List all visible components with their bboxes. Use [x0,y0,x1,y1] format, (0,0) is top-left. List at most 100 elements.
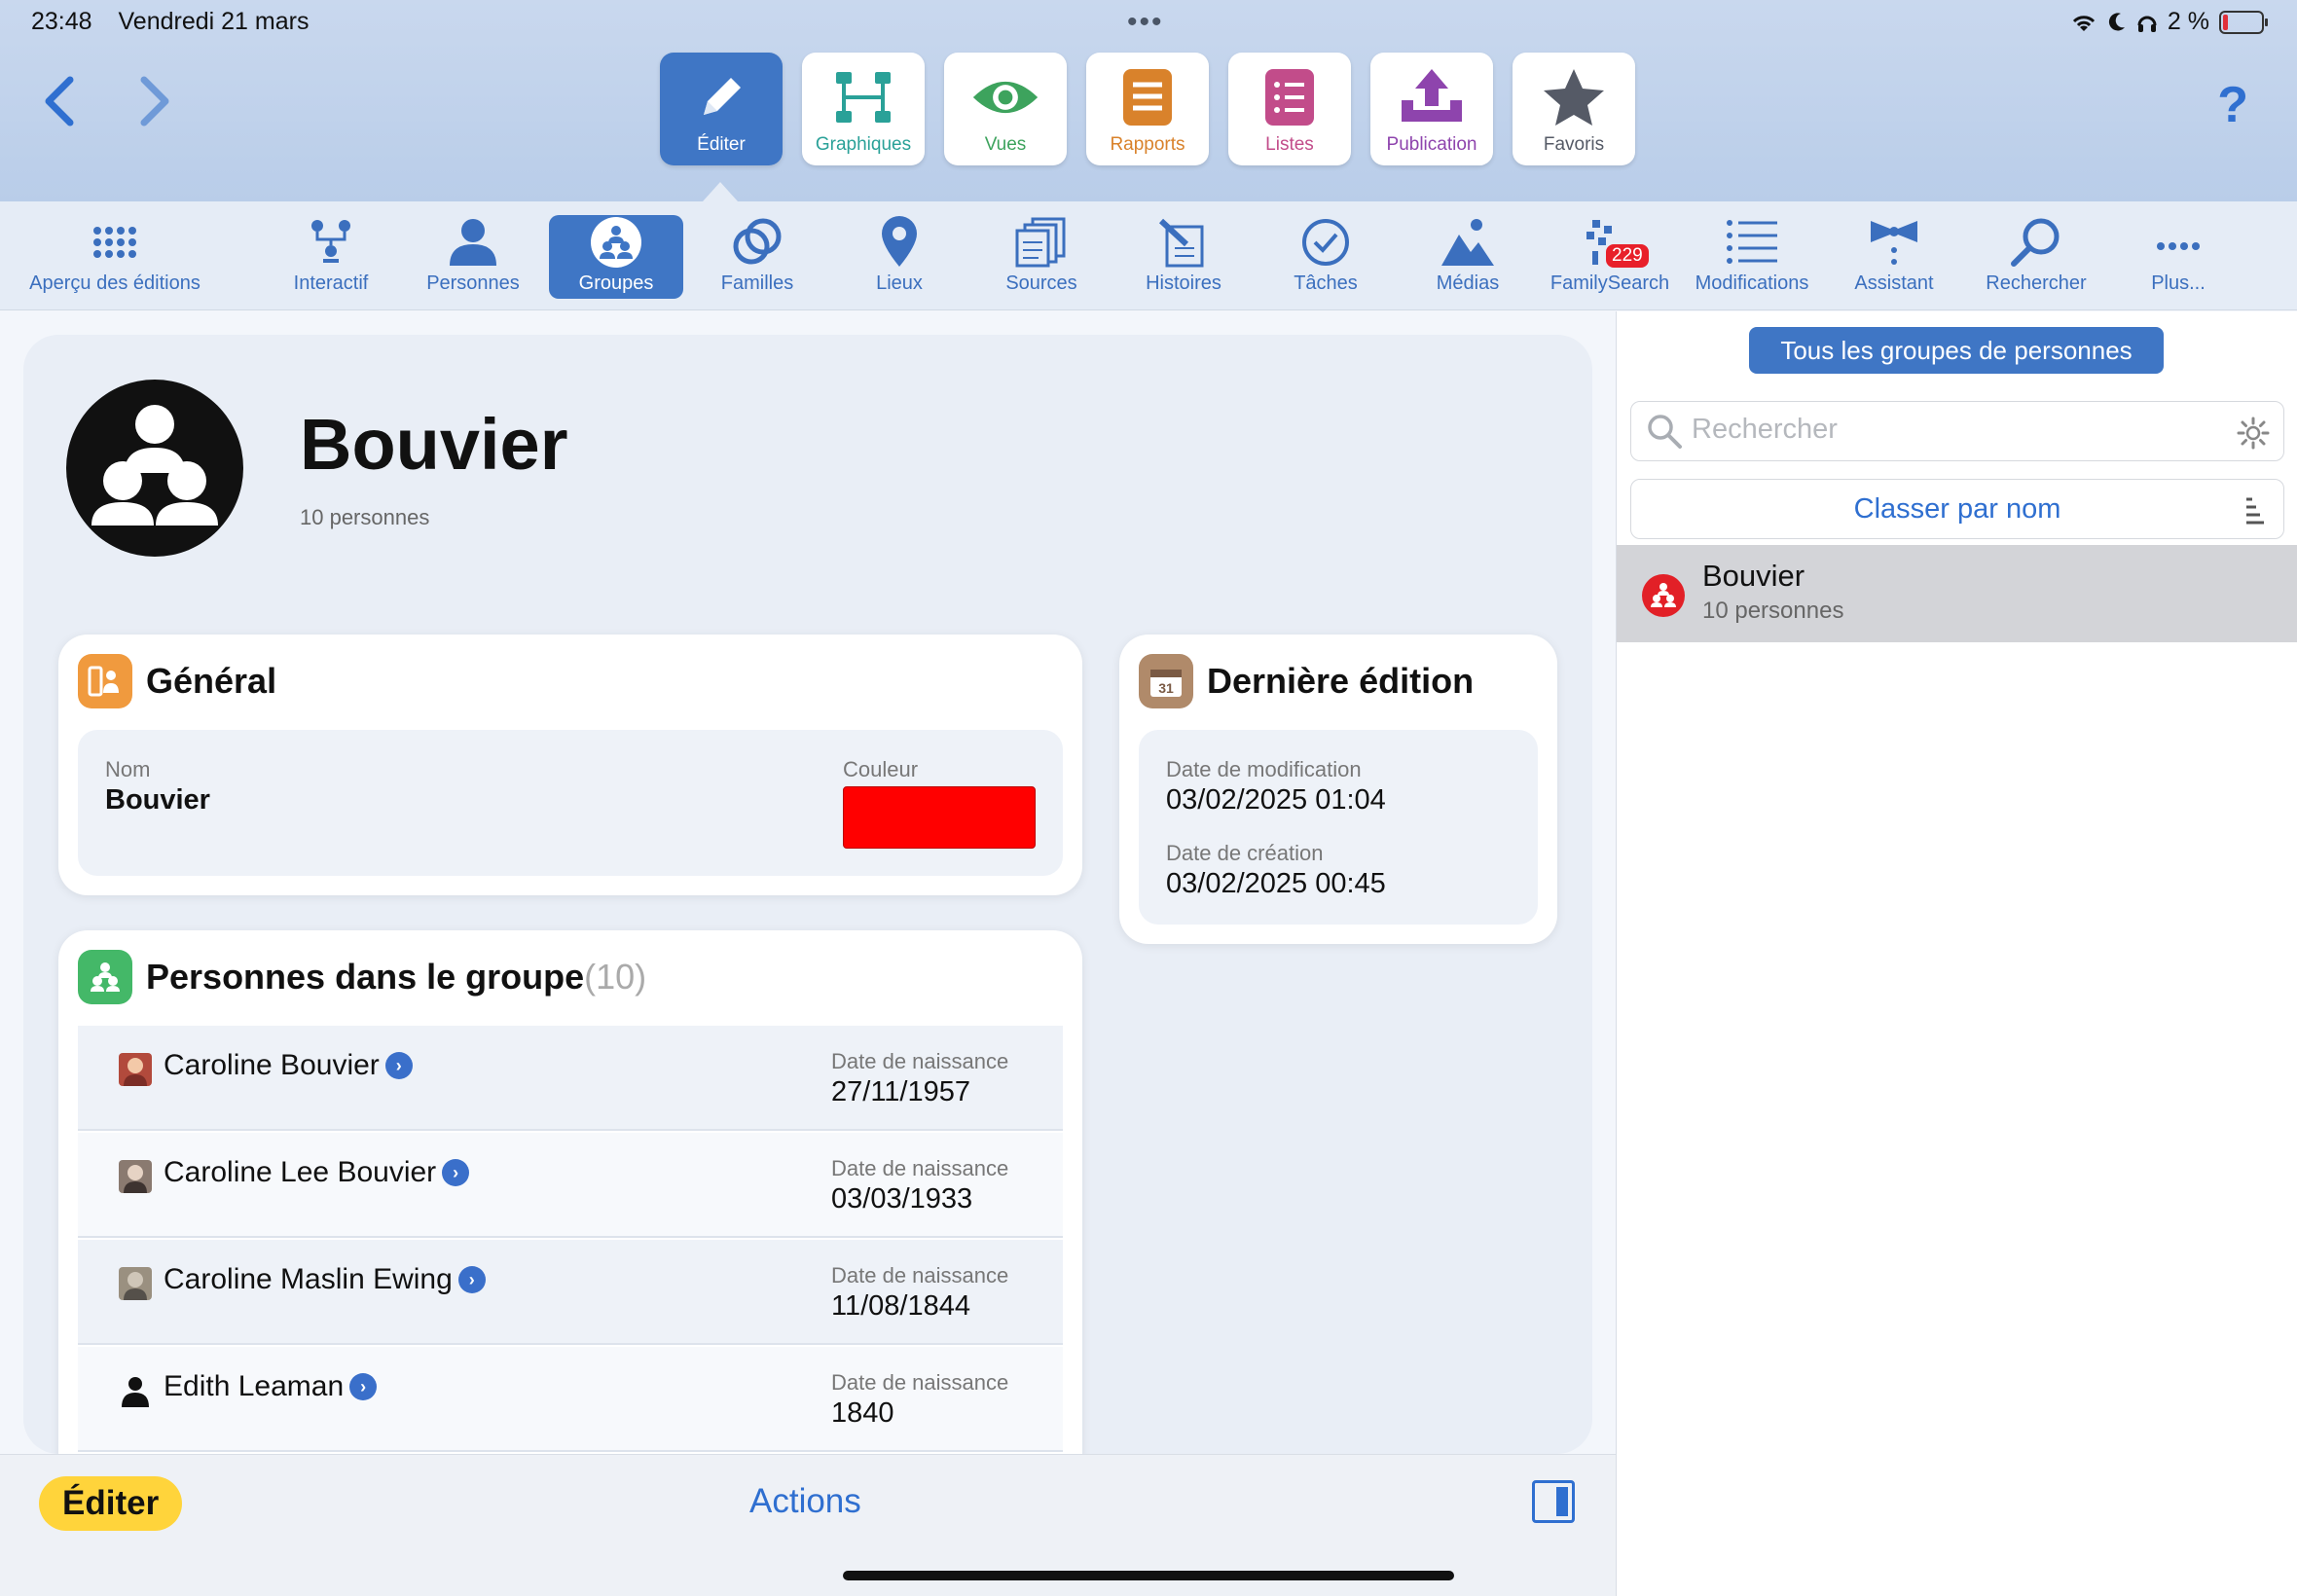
subtool-tasks[interactable]: Tâches [1279,215,1372,299]
person-row[interactable]: Edith Leaman › Date de naissance 1840 [78,1347,1063,1452]
group-list-item[interactable]: Bouvier 10 personnes [1617,545,2297,642]
last-edit-card: 31 Dernière édition Date de modification… [1119,635,1557,944]
subtool-media[interactable]: Médias [1421,215,1514,299]
tool-charts[interactable]: Graphiques [802,53,925,165]
multitask-dots-icon[interactable]: ••• [1127,6,1164,39]
tool-favorites[interactable]: Favoris [1513,53,1635,165]
main-toolbar: Éditer Graphiques Vues Rapports Listes P… [660,53,1635,165]
tool-label: Favoris [1543,134,1605,155]
groups-sidebar: Tous les groupes de personnes Classer pa… [1616,311,2297,1596]
subtool-sources[interactable]: Sources [993,215,1090,299]
person-row[interactable]: Caroline Lee Bouvier › Date de naissance … [78,1133,1063,1238]
tool-lists[interactable]: Listes [1228,53,1351,165]
edit-button[interactable]: Éditer [39,1476,183,1531]
name-value[interactable]: Bouvier [105,784,210,816]
person-name-link[interactable]: Caroline Maslin Ewing › [164,1263,486,1296]
group-person-count: 10 personnes [300,505,430,529]
wifi-icon [2072,15,2095,31]
last-edit-fields: Date de modification 03/02/2025 01:04 Da… [1139,730,1538,925]
upload-icon [1398,66,1466,128]
group-count: 10 personnes [1702,598,1844,624]
subtool-interactive[interactable]: Interactif [273,215,389,299]
tool-edit[interactable]: Éditer [660,53,783,165]
persons-card-title: Personnes dans le groupe [146,957,585,997]
gear-icon[interactable] [2237,417,2270,450]
tool-views[interactable]: Vues [944,53,1067,165]
moon-icon [2108,12,2125,30]
tool-label: Publication [1386,134,1477,155]
person-name: Caroline Maslin Ewing [164,1263,453,1295]
search-icon [1648,415,1682,449]
person-photo [119,1160,152,1193]
subtool-label: Aperçu des éditions [29,272,201,294]
modified-value: 03/02/2025 01:04 [1166,784,1386,816]
forward-chevron-icon[interactable] [136,74,175,138]
person-name-link[interactable]: Caroline Bouvier › [164,1049,413,1082]
subtool-familysearch[interactable]: 229 FamilySearch [1546,215,1674,299]
sort-icon [2246,497,2264,525]
subtool-groups[interactable]: Groupes [549,215,683,299]
subtool-families[interactable]: Familles [705,215,810,299]
sort-by-name-button[interactable]: Classer par nom [1630,479,2284,539]
created-value: 03/02/2025 00:45 [1166,868,1386,899]
eye-icon [971,66,1039,128]
group-color-icon [1642,574,1685,617]
created-label: Date de création [1166,841,1324,865]
subtool-label: Plus... [2151,272,2206,294]
subtool-places[interactable]: Lieux [851,215,948,299]
subtool-label: Assistant [1854,272,1934,294]
group-icon [587,217,645,268]
wand-icon [1865,217,1923,268]
subtool-more[interactable]: Plus... [2132,215,2225,299]
color-swatch[interactable] [843,786,1036,849]
color-label: Couleur [843,757,919,781]
chevron-right-icon[interactable]: › [457,1266,486,1293]
person-name-link[interactable]: Caroline Lee Bouvier › [164,1156,470,1189]
chevron-right-icon[interactable]: › [349,1373,378,1400]
tool-label: Rapports [1110,134,1185,155]
group-members-icon [78,950,132,1004]
search-input[interactable] [1692,414,2217,446]
all-groups-button[interactable]: Tous les groupes de personnes [1749,327,2164,374]
birth-value: 03/03/1933 [831,1183,973,1215]
tool-publication[interactable]: Publication [1370,53,1493,165]
general-card-title: Général [146,661,277,701]
person-row[interactable]: Caroline Bouvier › Date de naissance 27/1… [78,1026,1063,1131]
subtool-stories[interactable]: Histoires [1133,215,1234,299]
help-button[interactable]: ? [2217,76,2248,134]
battery-percent: 2 % [2167,8,2209,35]
sort-label: Classer par nom [1853,492,2061,525]
subtool-label: Rechercher [1986,272,2087,294]
status-date: Vendredi 21 mars [118,8,310,35]
birth-label: Date de naissance [831,1156,1009,1180]
birth-value: 1840 [831,1397,894,1429]
subtool-search[interactable]: Rechercher [1980,215,2093,299]
stories-icon [1154,217,1213,268]
subtool-persons[interactable]: Personnes [419,215,528,299]
subtool-modifications[interactable]: Modifications [1688,215,1816,299]
subtool-edit-overview[interactable]: Aperçu des éditions [18,215,212,299]
media-icon [1439,217,1497,268]
sidebar-toggle-icon[interactable] [1532,1480,1575,1523]
actions-button[interactable]: Actions [749,1482,861,1521]
battery-icon [2219,10,2268,34]
chevron-right-icon[interactable]: › [442,1159,470,1186]
back-chevron-icon[interactable] [39,74,78,138]
person-row[interactable]: Caroline Maslin Ewing › Date de naissance… [78,1240,1063,1345]
subtool-label: Interactif [293,272,369,294]
subtool-label: Sources [1005,272,1077,294]
sources-icon [1012,217,1071,268]
interactive-tree-icon [302,217,360,268]
more-dots-icon [2149,217,2207,268]
subtool-label: Groupes [578,272,654,294]
subtool-label: Histoires [1146,272,1221,294]
subtool-assistant[interactable]: Assistant [1845,215,1943,299]
tool-reports[interactable]: Rapports [1086,53,1209,165]
sub-toolbar: Aperçu des éditions Interactif Personnes… [0,201,2297,310]
star-icon [1540,66,1608,128]
svg-text:31: 31 [1158,680,1174,696]
chevron-right-icon[interactable]: › [384,1052,413,1079]
pencil-icon [687,66,755,128]
person-name-link[interactable]: Edith Leaman › [164,1370,378,1403]
home-indicator[interactable] [843,1571,1454,1580]
